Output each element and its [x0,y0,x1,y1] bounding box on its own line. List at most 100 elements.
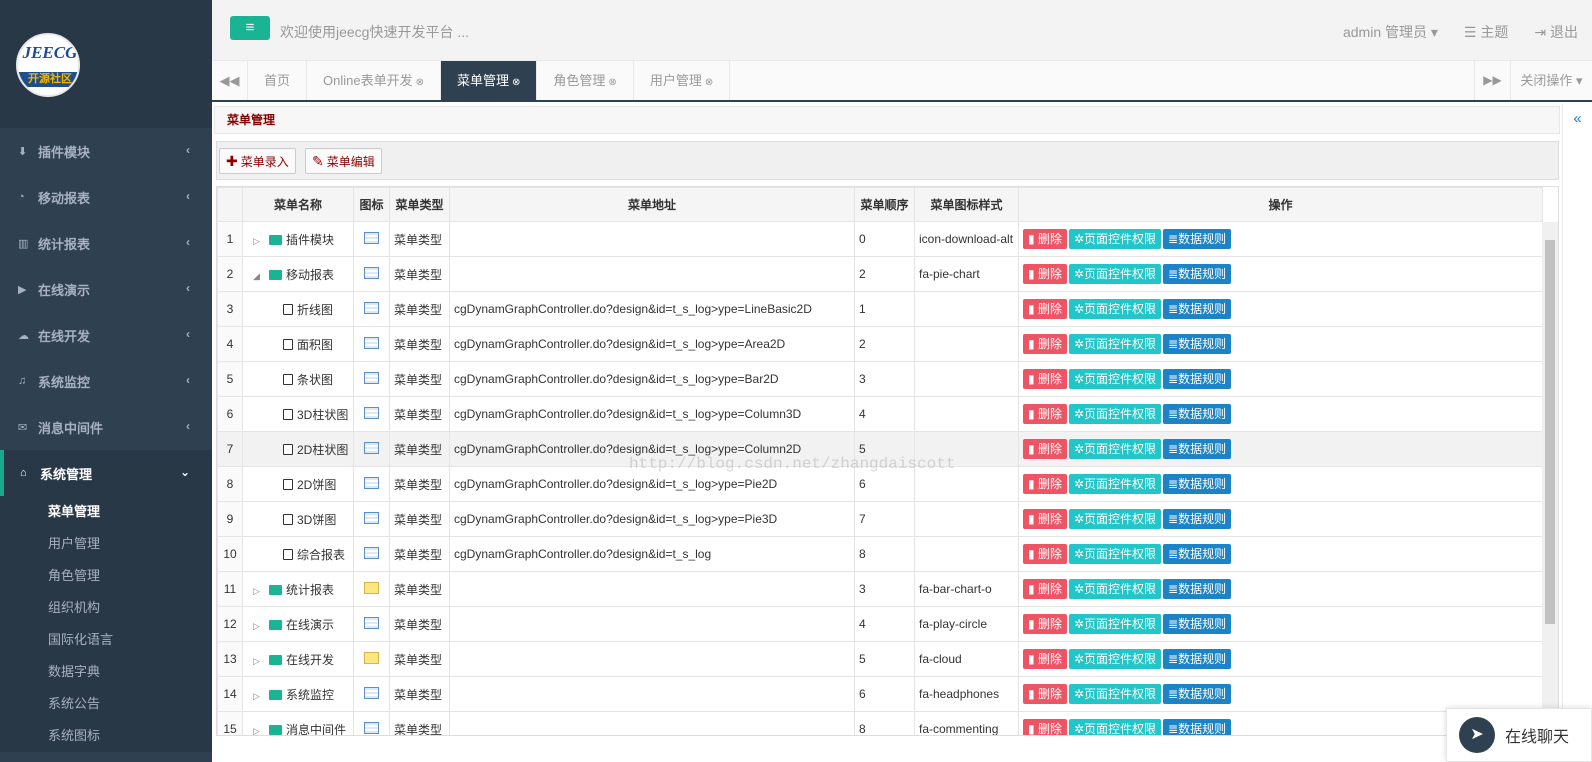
data-rule-button[interactable]: ≣数据规则 [1163,509,1232,529]
data-rule-button[interactable]: ≣数据规则 [1163,229,1232,249]
online-chat-button[interactable]: ➤ 在线聊天 [1446,708,1592,762]
table-row[interactable]: 10 综合报表 菜单类型 cgDynamGraphController.do?desi… [217,536,1543,572]
data-rule-button[interactable]: ≣数据规则 [1163,369,1232,389]
sidebar-item[interactable]: ⬇ 插件模块 ‹ [0,128,212,174]
table-row[interactable]: 6 3D柱状图 菜单类型 cgDynamGraphController.do?desi… [217,396,1543,432]
delete-button[interactable]: ▮ 删除 [1023,509,1067,529]
table-row[interactable]: 5 条状图 菜单类型 cgDynamGraphController.do?design… [217,361,1543,397]
delete-button[interactable]: ▮ 删除 [1023,334,1067,354]
table-row[interactable]: 11 ▷ 统计报表 菜单类型 3 fa-bar-chart-o ▮ 删除 ✲页面控件权限 ≣数据… [217,571,1543,607]
user-dropdown[interactable]: admin 管理员 ▾ [1343,22,1438,42]
table-row[interactable]: 1 ▷ 插件模块 菜单类型 0 icon-download-alt ▮ 删除 ✲页面控件权限 ≣… [217,221,1543,257]
data-rule-button[interactable]: ≣数据规则 [1163,684,1232,704]
sidebar-item[interactable]: ♫ 系统监控 ‹ [0,358,212,404]
edit-menu-button[interactable]: ✎ 菜单编辑 [305,148,382,174]
tab[interactable]: 首页 [248,61,308,100]
right-panel-toggle[interactable]: « [1562,104,1592,762]
data-rule-button[interactable]: ≣数据规则 [1163,474,1232,494]
delete-button[interactable]: ▮ 删除 [1023,649,1067,669]
data-rule-button[interactable]: ≣数据规则 [1163,334,1232,354]
logout-button[interactable]: ⇥ 退出 [1534,22,1578,42]
submenu-item[interactable]: 组织机构 [0,592,212,624]
tree-expander-icon[interactable]: ▷ [253,691,263,702]
page-control-permission-button[interactable]: ✲页面控件权限 [1068,509,1162,529]
column-header[interactable]: 菜单名称 [242,187,354,222]
delete-button[interactable]: ▮ 删除 [1023,404,1067,424]
theme-button[interactable]: ☰ 主题 [1464,22,1508,42]
tab[interactable]: Online表单开发 ⊗ [307,61,441,100]
table-row[interactable]: 4 面积图 菜单类型 cgDynamGraphController.do?design… [217,326,1543,362]
page-control-permission-button[interactable]: ✲页面控件权限 [1068,544,1162,564]
table-row[interactable]: 2 ◢ 移动报表 菜单类型 2 fa-pie-chart ▮ 删除 ✲页面控件权限 ≣数据规则 [217,256,1543,292]
submenu-item[interactable]: 角色管理 [0,560,212,592]
delete-button[interactable]: ▮ 删除 [1023,299,1067,319]
sidebar-item-system-management[interactable]: ⌂ 系统管理 ⌄ [0,450,212,496]
vertical-scrollbar[interactable] [1542,222,1558,735]
submenu-item[interactable]: 用户管理 [0,528,212,560]
close-icon[interactable]: ⊗ [705,77,713,88]
tree-expander-icon[interactable]: ◢ [253,271,263,282]
tree-expander-icon[interactable]: ▷ [253,726,263,736]
tab-scroll-right-icon[interactable]: ▶▶ [1474,61,1510,100]
sidebar-item[interactable]: ☁ 在线开发 ‹ [0,312,212,358]
submenu-item[interactable]: 菜单管理 [0,496,212,528]
table-row[interactable]: 9 3D饼图 菜单类型 cgDynamGraphController.do?desig… [217,501,1543,537]
delete-button[interactable]: ▮ 删除 [1023,719,1067,735]
scrollbar-thumb[interactable] [1545,240,1555,624]
close-icon[interactable]: ⊗ [416,77,424,88]
tree-expander-icon[interactable]: ▷ [253,656,263,667]
delete-button[interactable]: ▮ 删除 [1023,614,1067,634]
tab[interactable]: 用户管理 ⊗ [634,61,731,100]
data-rule-button[interactable]: ≣数据规则 [1163,264,1232,284]
delete-button[interactable]: ▮ 删除 [1023,684,1067,704]
column-header[interactable]: 菜单类型 [389,187,450,222]
page-control-permission-button[interactable]: ✲页面控件权限 [1068,614,1162,634]
page-control-permission-button[interactable]: ✲页面控件权限 [1068,299,1162,319]
data-rule-button[interactable]: ≣数据规则 [1163,544,1232,564]
delete-button[interactable]: ▮ 删除 [1023,369,1067,389]
delete-button[interactable]: ▮ 删除 [1023,229,1067,249]
page-control-permission-button[interactable]: ✲页面控件权限 [1068,264,1162,284]
data-rule-button[interactable]: ≣数据规则 [1163,719,1232,735]
delete-button[interactable]: ▮ 删除 [1023,579,1067,599]
data-rule-button[interactable]: ≣数据规则 [1163,299,1232,319]
delete-button[interactable]: ▮ 删除 [1023,264,1067,284]
tab[interactable]: 菜单管理 ⊗ [441,61,538,100]
page-control-permission-button[interactable]: ✲页面控件权限 [1068,369,1162,389]
table-row[interactable]: 12 ▷ 在线演示 菜单类型 4 fa-play-circle ▮ 删除 ✲页面控件权限 ≣数据… [217,606,1543,642]
submenu-item[interactable]: 系统公告 [0,688,212,720]
page-control-permission-button[interactable]: ✲页面控件权限 [1068,684,1162,704]
page-control-permission-button[interactable]: ✲页面控件权限 [1068,404,1162,424]
table-row[interactable]: 3 折线图 菜单类型 cgDynamGraphController.do?design… [217,291,1543,327]
column-header[interactable]: 菜单顺序 [854,187,915,222]
data-rule-button[interactable]: ≣数据规则 [1163,404,1232,424]
column-header[interactable]: 菜单图标样式 [914,187,1019,222]
close-icon[interactable]: ⊗ [512,77,520,88]
tree-expander-icon[interactable]: ▷ [253,621,263,632]
table-row[interactable]: 13 ▷ 在线开发 菜单类型 5 fa-cloud ▮ 删除 ✲页面控件权限 ≣数据规则 [217,641,1543,677]
tree-expander-icon[interactable]: ▷ [253,586,263,597]
sidebar-item[interactable]: ◔ 移动报表 ‹ [0,174,212,220]
tree-expander-icon[interactable]: ▷ [253,236,263,247]
sidebar-item[interactable]: ▥ 统计报表 ‹ [0,220,212,266]
page-control-permission-button[interactable]: ✲页面控件权限 [1068,649,1162,669]
close-icon[interactable]: ⊗ [608,77,616,88]
submenu-item[interactable]: 系统图标 [0,720,212,752]
menu-toggle-button[interactable]: ≡ [230,16,270,40]
add-menu-button[interactable]: ✚ 菜单录入 [219,148,296,174]
table-row[interactable]: 14 ▷ 系统监控 菜单类型 6 fa-headphones ▮ 删除 ✲页面控件权限 ≣数据规… [217,676,1543,712]
delete-button[interactable]: ▮ 删除 [1023,474,1067,494]
page-control-permission-button[interactable]: ✲页面控件权限 [1068,474,1162,494]
table-row[interactable]: 15 ▷ 消息中间件 菜单类型 8 fa-commenting ▮ 删除 ✲页面控件权限 ≣数据… [217,711,1543,736]
data-rule-button[interactable]: ≣数据规则 [1163,439,1232,459]
delete-button[interactable]: ▮ 删除 [1023,439,1067,459]
column-header[interactable]: 操作 [1018,187,1543,222]
column-header[interactable]: 图标 [353,187,390,222]
data-rule-button[interactable]: ≣数据规则 [1163,614,1232,634]
submenu-item[interactable]: 国际化语言 [0,624,212,656]
sidebar-item[interactable]: ✉ 消息中间件 ‹ [0,404,212,450]
tab[interactable]: 角色管理 ⊗ [537,61,634,100]
page-control-permission-button[interactable]: ✲页面控件权限 [1068,229,1162,249]
data-rule-button[interactable]: ≣数据规则 [1163,579,1232,599]
delete-button[interactable]: ▮ 删除 [1023,544,1067,564]
